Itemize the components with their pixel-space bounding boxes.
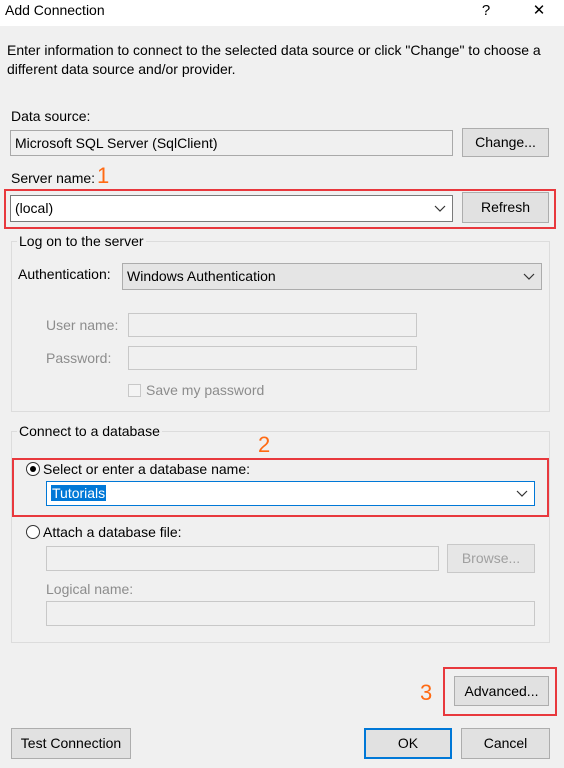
server-name-label: Server name:: [11, 170, 96, 186]
annotation-marker-3: 3: [420, 680, 433, 705]
refresh-button[interactable]: Refresh: [462, 192, 549, 223]
test-connection-button[interactable]: Test Connection: [11, 728, 131, 759]
annotation-marker-2: 2: [258, 432, 271, 457]
data-source-label: Data source:: [11, 108, 91, 124]
annotation-marker-1: 1: [97, 163, 110, 188]
help-button[interactable]: ?: [471, 0, 501, 24]
password-label: Password:: [46, 350, 112, 366]
browse-button[interactable]: Browse...: [447, 544, 535, 573]
attach-database-label: Attach a database file:: [43, 524, 182, 540]
logical-name-input[interactable]: [46, 601, 535, 626]
ok-button[interactable]: OK: [364, 728, 452, 759]
close-button[interactable]: ✕: [524, 0, 554, 24]
database-name-combobox[interactable]: Tutorials: [46, 481, 535, 506]
logon-group-title: Log on to the server: [17, 233, 146, 249]
cancel-button[interactable]: Cancel: [461, 728, 550, 759]
authentication-combobox[interactable]: Windows Authentication: [122, 263, 542, 290]
attach-file-input[interactable]: [46, 546, 439, 571]
window-title: Add Connection: [5, 2, 105, 18]
server-name-combobox[interactable]: (local): [10, 195, 453, 222]
password-input[interactable]: [128, 346, 417, 370]
server-name-value: (local): [15, 200, 54, 216]
description-text: Enter information to connect to the sele…: [7, 42, 541, 77]
advanced-button[interactable]: Advanced...: [454, 676, 549, 706]
database-name-value: Tutorials: [51, 485, 107, 501]
radio-selected-dot: [30, 466, 36, 472]
data-source-field: Microsoft SQL Server (SqlClient): [10, 130, 453, 156]
chevron-down-icon[interactable]: [434, 196, 446, 220]
logical-name-label: Logical name:: [46, 581, 134, 597]
change-button[interactable]: Change...: [462, 128, 549, 157]
authentication-value: Windows Authentication: [127, 268, 276, 284]
database-group-title: Connect to a database: [17, 423, 162, 439]
attach-database-radio[interactable]: [26, 525, 40, 539]
save-password-label: Save my password: [146, 382, 265, 398]
save-password-checkbox[interactable]: [128, 384, 141, 397]
username-label: User name:: [46, 317, 119, 333]
username-input[interactable]: [128, 313, 417, 337]
select-database-radio[interactable]: [26, 462, 40, 476]
select-database-label: Select or enter a database name:: [43, 461, 251, 477]
authentication-label: Authentication:: [18, 266, 111, 282]
chevron-down-icon[interactable]: [523, 264, 535, 288]
chevron-down-icon[interactable]: [516, 482, 528, 505]
